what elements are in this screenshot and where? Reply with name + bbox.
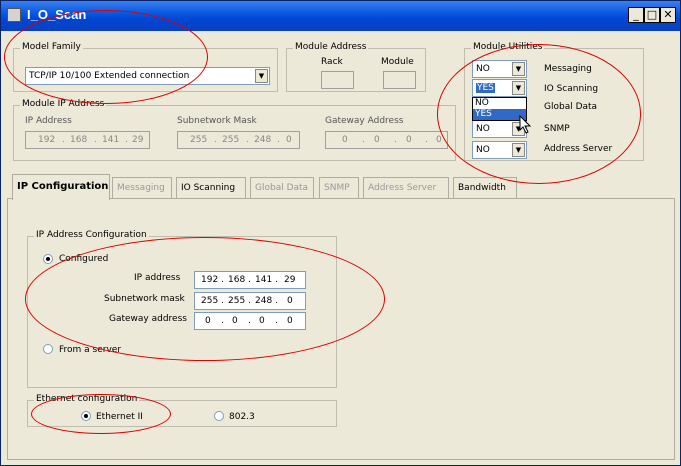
ip-address-label: IP address (134, 273, 181, 283)
module-ip-address-label: IP Address (25, 116, 72, 126)
subnet-mask-octet: 0 (287, 296, 293, 306)
gateway-octet: 0 (287, 316, 293, 326)
address-server-value: NO (476, 145, 490, 155)
module-gateway-field[interactable]: 0. 0. 0. 0 (325, 131, 448, 149)
ieee-8023-label: 802.3 (229, 412, 255, 422)
tab-messaging[interactable]: Messaging (112, 177, 172, 199)
gateway-octet: 0 (205, 316, 211, 326)
module-utilities-label: Module Utilities (471, 42, 545, 52)
window-title: I_O_Scan (27, 7, 87, 22)
module-mask-field[interactable]: 255. 255. 248. 0 (177, 131, 300, 149)
io-scanning-label: IO Scanning (544, 84, 599, 94)
io-scanning-value: YES (476, 83, 495, 93)
configured-radio[interactable] (43, 254, 53, 264)
from-server-label: From a server (59, 345, 122, 355)
subnet-mask-label: Subnetwork mask (104, 294, 185, 304)
app-icon (7, 8, 21, 22)
address-server-label: Address Server (544, 144, 613, 154)
module-gateway-octet: 0 (436, 135, 442, 145)
address-server-select[interactable]: NO ▼ (472, 141, 527, 159)
subnet-mask-octet: 255 (228, 296, 246, 306)
tab-address-server[interactable]: Address Server (363, 177, 449, 199)
messaging-label: Messaging (544, 64, 592, 74)
module-address-label: Module Address (293, 42, 369, 52)
module-address-group: Module Address Rack Module (286, 42, 426, 92)
maximize-icon[interactable]: □ (644, 7, 660, 23)
chevron-down-icon[interactable]: ▼ (512, 81, 525, 95)
rack-field[interactable] (321, 71, 354, 89)
close-icon[interactable]: ✕ (660, 7, 676, 23)
rack-label: Rack (321, 57, 343, 67)
ethernet-group: Ethernet configuration (27, 394, 337, 427)
subnet-mask-field[interactable]: 255. 255. 248. 0 (194, 292, 306, 310)
snmp-label: SNMP (544, 124, 570, 134)
module-ip-octet: 29 (132, 135, 144, 145)
ethernet-label: Ethernet configuration (34, 394, 140, 404)
module-mask-octet: 0 (286, 135, 292, 145)
snmp-value: NO (476, 124, 490, 134)
ip-config-label: IP Address Configuration (34, 230, 149, 240)
chevron-down-icon[interactable]: ▼ (512, 62, 525, 76)
gateway-address-label: Gateway address (109, 314, 187, 324)
chevron-down-icon[interactable]: ▼ (255, 69, 268, 83)
module-gateway-octet: 0 (406, 135, 412, 145)
chevron-down-icon[interactable]: ▼ (512, 143, 525, 157)
module-mask-label: Subnetwork Mask (177, 116, 257, 126)
ip-address-field[interactable]: 192. 168. 141. 29 (194, 271, 306, 289)
tab-ip-configuration[interactable]: IP Configuration (12, 174, 110, 200)
tab-global-data[interactable]: Global Data (250, 177, 314, 199)
model-family-label: Model Family (20, 42, 83, 52)
io-scanning-select[interactable]: YES ▼ (472, 79, 527, 97)
model-family-group: Model Family TCP/IP 10/100 Extended conn… (13, 42, 278, 92)
messaging-value: NO (476, 64, 490, 74)
module-gateway-label: Gateway Address (325, 116, 404, 126)
tab-bandwidth[interactable]: Bandwidth (453, 177, 517, 199)
gateway-octet: 0 (232, 316, 238, 326)
configured-label: Configured (59, 254, 109, 264)
module-ip-label: Module IP Address (20, 99, 107, 109)
gateway-address-field[interactable]: 0. 0. 0. 0 (194, 312, 306, 330)
ip-address-octet: 192 (201, 275, 219, 285)
tab-snmp[interactable]: SNMP (319, 177, 359, 199)
module-mask-octet: 248 (254, 135, 272, 145)
dropdown-option[interactable]: NO (473, 98, 526, 109)
ethernet-ii-radio[interactable] (81, 411, 91, 421)
minimize-icon[interactable]: _ (628, 7, 644, 23)
module-ip-group: Module IP Address IP Address Subnetwork … (13, 99, 456, 161)
mouse-pointer-icon (519, 115, 532, 134)
module-ip-octet: 168 (70, 135, 88, 145)
module-ip-octet: 141 (102, 135, 120, 145)
ip-address-octet: 168 (228, 275, 246, 285)
module-field[interactable] (383, 71, 416, 89)
main-window: I_O_Scan _ □ ✕ Model Family TCP/IP 10/10… (0, 0, 681, 466)
module-ip-octet: 192 (38, 135, 56, 145)
from-server-radio[interactable] (43, 344, 53, 354)
module-mask-octet: 255 (222, 135, 240, 145)
title-bar[interactable]: I_O_Scan _ □ ✕ (1, 1, 680, 31)
module-gateway-octet: 0 (342, 135, 348, 145)
ieee-8023-radio[interactable] (214, 411, 224, 421)
model-family-select[interactable]: TCP/IP 10/100 Extended connection ▼ (25, 67, 270, 85)
model-family-value: TCP/IP 10/100 Extended connection (29, 71, 190, 81)
module-mask-octet: 255 (190, 135, 208, 145)
module-gateway-octet: 0 (374, 135, 380, 145)
subnet-mask-octet: 255 (201, 296, 219, 306)
module-label: Module (381, 57, 414, 67)
global-data-label: Global Data (544, 102, 598, 112)
gateway-octet: 0 (259, 316, 265, 326)
ip-address-octet: 29 (284, 275, 296, 285)
subnet-mask-octet: 248 (255, 296, 273, 306)
messaging-select[interactable]: NO ▼ (472, 60, 527, 78)
module-ip-field[interactable]: 192. 168. 141. 29 (25, 131, 150, 149)
ethernet-ii-label: Ethernet II (96, 412, 143, 422)
ip-address-octet: 141 (255, 275, 273, 285)
tab-io-scanning[interactable]: IO Scanning (176, 177, 246, 199)
